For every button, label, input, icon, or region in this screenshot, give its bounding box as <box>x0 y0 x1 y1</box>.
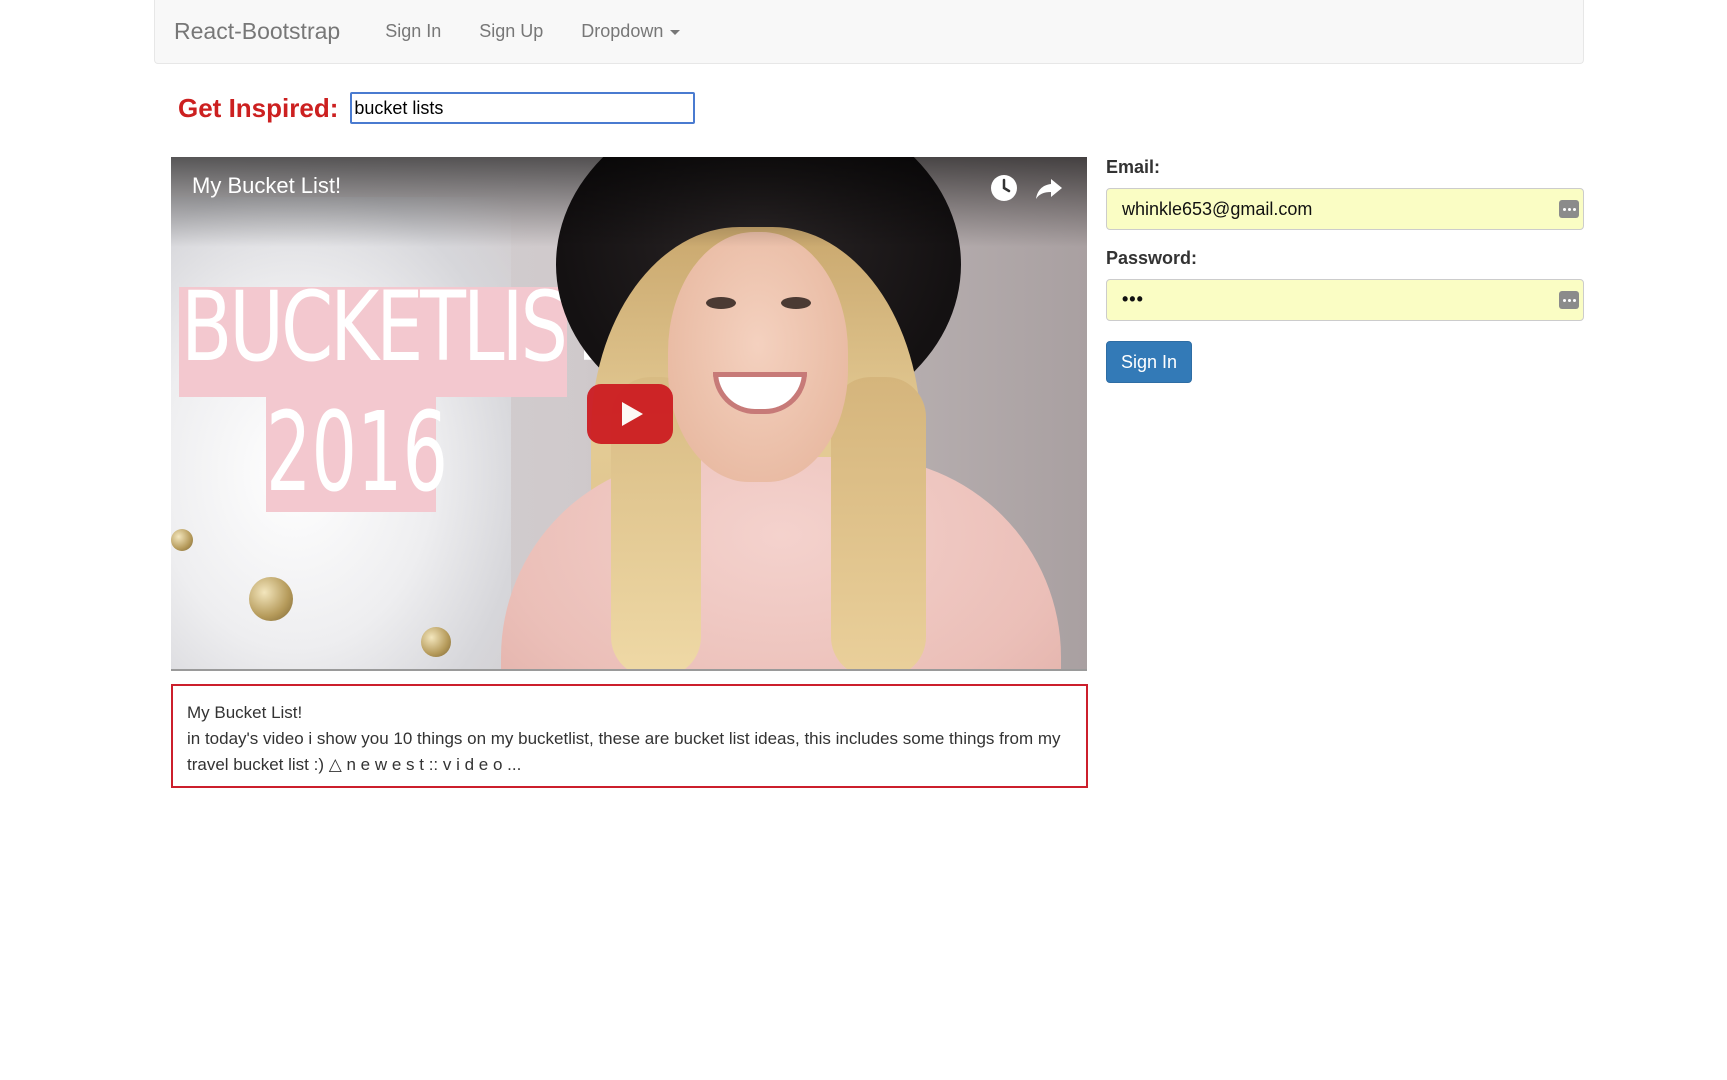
video-top-overlay <box>171 157 1087 247</box>
video-thumbnail-face <box>668 232 848 482</box>
video-player[interactable]: BUCKETLIST 2016 My Bucket List! <box>171 157 1087 671</box>
navbar: React-Bootstrap Sign In Sign Up Dropdown <box>154 0 1584 64</box>
password-field[interactable]: ••• <box>1106 279 1584 321</box>
video-thumbnail-hair <box>831 377 926 671</box>
video-thumbnail-text: BUCKETLIST <box>181 271 611 383</box>
clock-icon[interactable] <box>989 173 1019 203</box>
video-thumbnail-ornament <box>171 529 193 551</box>
video-thumbnail-ornament <box>249 577 293 621</box>
login-form: Email: Password: ••• Sign In <box>1106 157 1584 383</box>
video-thumbnail-eye <box>781 297 811 309</box>
video-title[interactable]: My Bucket List! <box>192 173 341 199</box>
share-icon[interactable] <box>1034 173 1064 203</box>
email-field[interactable] <box>1107 189 1583 229</box>
sign-in-button[interactable]: Sign In <box>1106 341 1193 383</box>
video-thumbnail-ornament <box>421 627 451 657</box>
nav-sign-in-link[interactable]: Sign In <box>366 21 460 42</box>
password-manager-icon[interactable] <box>1559 291 1579 309</box>
nav-dropdown-toggle[interactable]: Dropdown <box>562 21 699 42</box>
search-input[interactable] <box>350 92 696 124</box>
video-thumbnail-eye <box>706 297 736 309</box>
caret-down-icon <box>670 30 681 35</box>
description-text: in today's video i show you 10 things on… <box>187 729 1061 774</box>
email-label: Email: <box>1106 157 1161 177</box>
password-label: Password: <box>1106 248 1198 268</box>
nav-sign-up-link[interactable]: Sign Up <box>460 21 562 42</box>
navbar-brand[interactable]: React-Bootstrap <box>155 18 366 45</box>
play-button[interactable] <box>587 384 673 444</box>
video-thumbnail-sweater <box>501 457 1061 671</box>
search-label: Get Inspired: <box>178 92 339 123</box>
play-icon <box>622 402 643 426</box>
video-description: My Bucket List! in today's video i show … <box>171 684 1088 788</box>
video-thumbnail-year: 2016 <box>266 388 448 516</box>
password-manager-icon[interactable] <box>1559 200 1579 218</box>
description-title: My Bucket List! <box>187 703 303 722</box>
nav-dropdown-label: Dropdown <box>581 21 664 41</box>
video-progress-line <box>171 669 1087 671</box>
search-row: Get Inspired: <box>178 92 696 124</box>
password-masked-value: ••• <box>1122 289 1144 309</box>
email-field-wrapper <box>1106 188 1584 230</box>
